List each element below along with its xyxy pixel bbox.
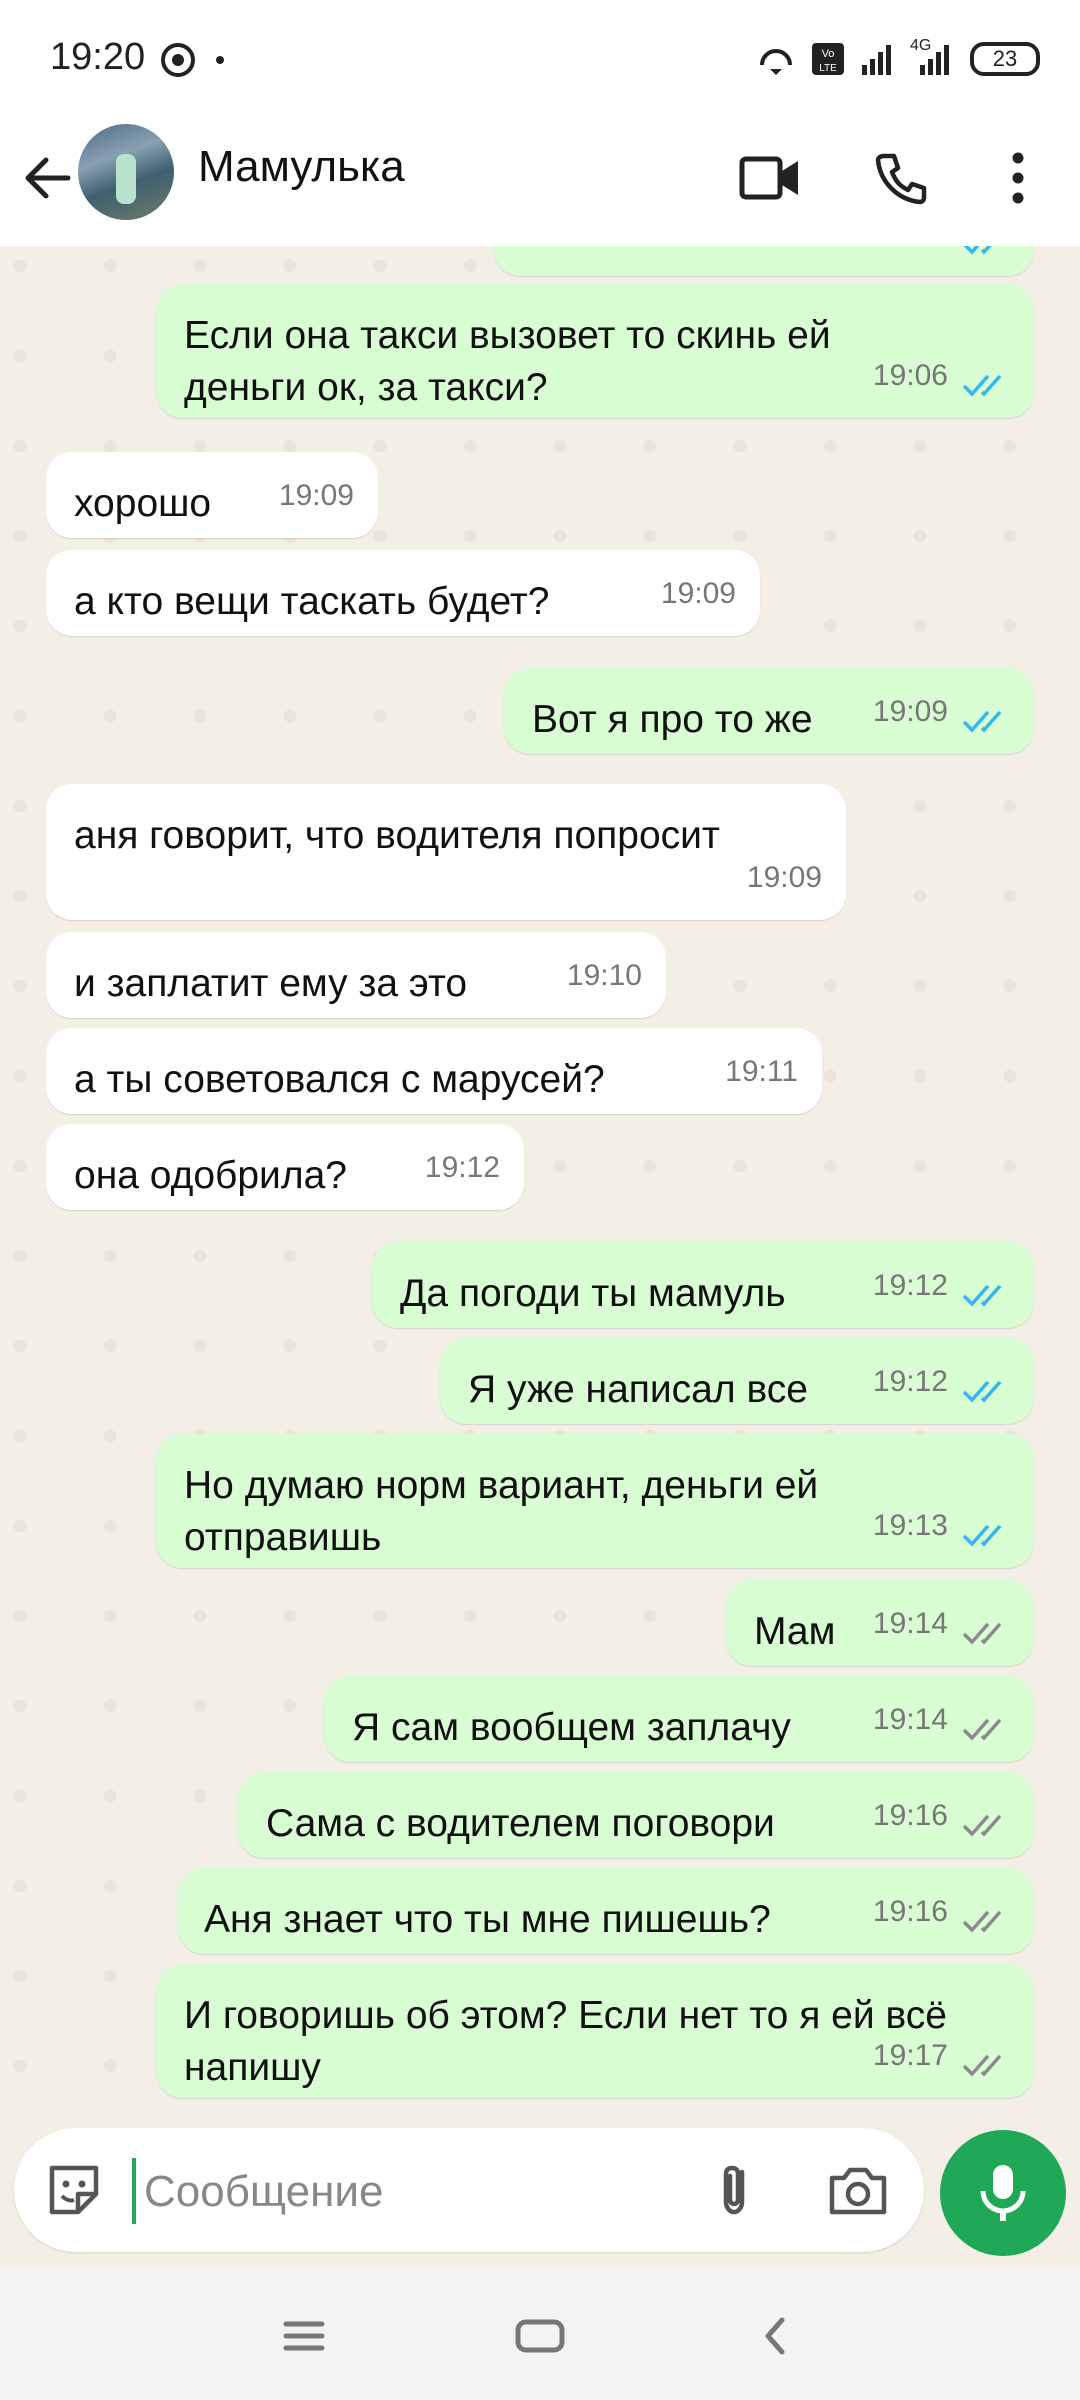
notification-dot (216, 56, 224, 64)
message-time: 19:16 (872, 1799, 948, 1832)
delivered-ticks-icon (962, 1718, 1002, 1741)
voice-call-button[interactable] (862, 138, 942, 218)
menu-icon[interactable] (272, 2304, 336, 2368)
phone-icon (875, 153, 927, 205)
message-text: и заплатит ему за это (74, 962, 468, 1005)
more-options-button[interactable] (978, 138, 1058, 218)
message-time: 19:17 (872, 2039, 948, 2072)
message-text: Да погоди ты мамуль (400, 1272, 786, 1315)
system-nav-bar (0, 2268, 1080, 2400)
message-text: Вот я про то же (532, 698, 813, 741)
message-time: 19:09 (660, 577, 736, 610)
message-time: 19:14 (872, 1607, 948, 1640)
message-time: 19:12 (424, 1151, 500, 1184)
sticker-icon[interactable] (44, 2160, 104, 2220)
message-time: 19:16 (872, 1895, 948, 1928)
home-icon[interactable] (508, 2304, 572, 2368)
message-bubble-outgoing[interactable]: Сама с водителем поговори 19:16 (238, 1772, 1034, 1858)
message-time: 19:13 (872, 1509, 948, 1542)
voice-message-button[interactable] (940, 2130, 1066, 2256)
message-bubble-outgoing[interactable]: Вот я про то же 19:09 (504, 668, 1034, 754)
message-bubble-outgoing[interactable]: И говоришь об этом? Если нет то я ей всё… (156, 1964, 1034, 2098)
message-bubble-outgoing[interactable]: Я сам вообщем заплачу 19:14 (324, 1676, 1034, 1762)
message-bubble-outgoing[interactable]: Аня знает что ты мне пишешь? 19:16 (178, 1868, 1034, 1954)
read-ticks-icon (963, 246, 992, 255)
message-list[interactable]: 19:05 Если она такси вызовет то скинь ей… (0, 246, 1080, 2110)
message-text: Я уже написал все (468, 1368, 808, 1411)
delivered-ticks-icon (962, 1910, 1002, 1933)
delivered-ticks-icon (962, 2054, 1002, 2077)
message-bubble-outgoing[interactable]: Я уже написал все 19:12 (440, 1338, 1034, 1424)
message-bubble-outgoing[interactable]: Но думаю норм вариант, деньги ей отправи… (156, 1434, 1034, 1568)
message-input[interactable] (142, 2158, 706, 2226)
message-time: 19:05 (873, 246, 948, 260)
message-text: Я сам вообщем заплачу (352, 1706, 791, 1749)
delivered-ticks-icon (962, 1814, 1002, 1837)
read-ticks-icon (962, 710, 1002, 733)
message-composer (14, 2128, 924, 2252)
message-time: 19:09 (278, 479, 354, 512)
message-time: 19:12 (872, 1365, 948, 1398)
read-ticks-icon (962, 1380, 1002, 1403)
message-bubble-outgoing[interactable]: Да погоди ты мамуль 19:12 (372, 1242, 1034, 1328)
signal-icon (862, 45, 891, 75)
message-bubble-incoming[interactable]: аня говорит, что водителя попросит 19:09 (46, 784, 846, 920)
text-cursor (132, 2158, 136, 2224)
message-text: она одобрила? (74, 1154, 347, 1197)
chat-header: Мамулька (0, 120, 1080, 246)
signal-4g-icon: 4G (910, 37, 956, 77)
camera-icon[interactable] (826, 2158, 890, 2222)
read-ticks-icon (962, 1284, 1002, 1307)
message-text: И говоришь об этом? Если нет то я ей всё… (184, 1994, 947, 2089)
message-bubble-incoming[interactable]: и заплатит ему за это 19:10 (46, 932, 666, 1018)
message-time: 19:09 (746, 861, 822, 894)
message-time: 19:14 (872, 1703, 948, 1736)
message-bubble-outgoing[interactable]: Мам 19:14 (726, 1580, 1034, 1666)
read-ticks-icon (962, 374, 1002, 397)
status-time: 19:20 (50, 36, 146, 78)
back-icon[interactable] (744, 2304, 808, 2368)
hotspot-icon (760, 49, 792, 75)
message-time: 19:10 (566, 959, 642, 992)
message-bubble-incoming[interactable]: хорошо 19:09 (46, 452, 378, 538)
message-text: хорошо (74, 482, 212, 525)
video-call-icon (739, 156, 798, 200)
message-text: Если она такси вызовет то скинь ей деньг… (184, 314, 831, 409)
message-text: Но думаю норм вариант, деньги ей отправи… (184, 1464, 819, 1559)
battery-icon: 23 (970, 42, 1040, 76)
message-text: Сама с водителем поговори (266, 1802, 775, 1845)
status-bar: 19:20 Vo LTE 4G 23 (0, 0, 1080, 120)
mic-icon (980, 2165, 1026, 2221)
more-vert-icon (1012, 152, 1024, 204)
message-text: Мам (754, 1610, 836, 1653)
svg-text:Vo: Vo (822, 48, 835, 60)
message-text: а ты советовался с марусей? (74, 1058, 605, 1101)
message-text: Аня знает что ты мне пишешь? (204, 1898, 771, 1941)
volte-icon: Vo LTE (812, 43, 844, 75)
message-time: 19:12 (872, 1269, 948, 1302)
message-time: 19:09 (872, 695, 948, 728)
delivered-ticks-icon (962, 1622, 1002, 1645)
message-bubble-outgoing[interactable]: Если она такси вызовет то скинь ей деньг… (156, 284, 1034, 418)
message-bubble-incoming[interactable]: она одобрила? 19:12 (46, 1124, 524, 1210)
message-text: а кто вещи таскать будет? (74, 580, 550, 623)
svg-text:LTE: LTE (819, 63, 837, 74)
message-bubble-incoming[interactable]: а кто вещи таскать будет? 19:09 (46, 550, 760, 636)
back-arrow-icon[interactable] (16, 146, 80, 210)
battery-level: 23 (992, 46, 1018, 71)
video-call-button[interactable] (730, 138, 810, 218)
message-bubble-incoming[interactable]: а ты советовался с марусей? 19:11 (46, 1028, 822, 1114)
status-icons: Vo LTE 4G 23 (756, 36, 1040, 82)
message-text: аня говорит, что водителя попросит (74, 814, 720, 857)
message-time: 19:11 (725, 1055, 798, 1088)
read-ticks-icon (962, 1524, 1002, 1547)
message-bubble-outgoing[interactable]: 19:05 (494, 246, 1034, 276)
attach-icon[interactable] (704, 2158, 768, 2222)
focus-mode-icon (161, 43, 195, 77)
message-time: 19:06 (872, 359, 948, 392)
contact-name[interactable]: Мамулька (198, 142, 405, 192)
avatar[interactable] (78, 124, 174, 220)
